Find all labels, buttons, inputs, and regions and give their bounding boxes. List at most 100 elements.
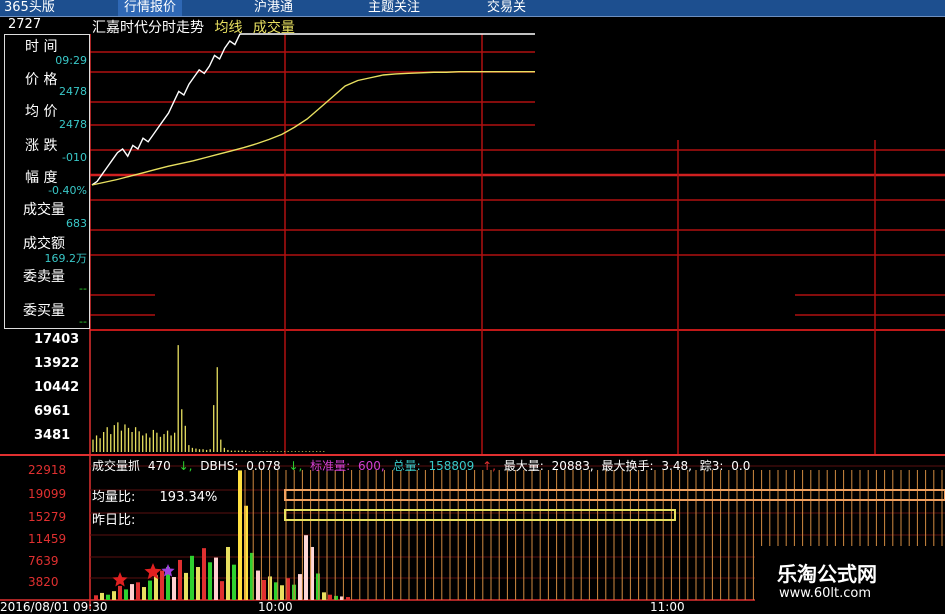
indicator-bar: [214, 557, 218, 600]
volume-value: 683: [66, 217, 87, 230]
indicator-bar: [190, 555, 194, 600]
vol-axis-label: 3481: [34, 428, 71, 443]
indicator-bar: [328, 594, 332, 600]
stat-label: 最大换手:: [601, 459, 654, 473]
star-marker-icon: [144, 563, 162, 580]
vol-axis-label: 13922: [34, 356, 80, 371]
indicator-bar: [124, 589, 128, 600]
stat-label: 标准量:: [310, 459, 351, 473]
volume-label: 成交量: [23, 202, 65, 218]
ask-volume-label: 委卖量: [23, 269, 65, 285]
stat-value: 0.078: [246, 459, 281, 473]
chart-grid: [0, 34, 945, 609]
info-panel: 时 间 09:29 价 格 2478 均 价 2478 涨 跌 -010 幅 度…: [4, 34, 90, 329]
indicator-bar: [286, 578, 290, 600]
ind-axis-label: 19099: [28, 487, 67, 501]
amount-value: 169.2万: [44, 252, 88, 265]
star-marker-icon: [112, 572, 128, 587]
indicator-bar: [100, 592, 104, 600]
up-arrow-icon: ↑,: [482, 459, 496, 473]
watermark-url: www.60lt.com: [779, 586, 871, 601]
stat-label: 踪3:: [699, 459, 724, 473]
price-value: 2478: [59, 85, 87, 98]
indicator-bar: [334, 595, 338, 600]
indicator-bar: [172, 577, 176, 600]
indicator-bar: [304, 535, 308, 600]
indicator-bar: [220, 581, 224, 600]
stat-label: DBHS:: [200, 459, 239, 473]
price-chart: [91, 33, 535, 186]
ind-axis-label: 15279: [28, 510, 67, 524]
vol-axis-label: 6961: [34, 404, 71, 419]
indicator-bar: [178, 559, 182, 600]
bid-volume-label: 委买量: [23, 303, 65, 319]
avg-price-value: 2478: [59, 118, 87, 131]
chart-title: 汇嘉时代分时走势: [92, 20, 204, 36]
ask-volume-value: --: [79, 282, 87, 295]
stat-label: 最大量:: [503, 459, 544, 473]
indicator-bar: [202, 548, 206, 600]
avg-ratio-value: 193.34%: [159, 490, 218, 505]
stat-value: 0.0: [731, 459, 751, 473]
indicator-bar: [148, 580, 152, 600]
stat-value: 20883,: [551, 459, 594, 473]
time-axis-start: 2016/08/01 09:30: [0, 600, 108, 614]
indicator-bar: [298, 574, 302, 600]
down-arrow-icon: ↓,: [288, 459, 303, 473]
avg-price-label: 均 价: [25, 104, 58, 120]
indicator-bar: [346, 597, 350, 600]
indicator-bar: [154, 575, 158, 600]
indicator-bar: [262, 579, 266, 600]
ind-axis-label: 3820: [28, 575, 59, 589]
ind-axis-label: 22918: [28, 463, 67, 477]
watermark-panel: 乐淘公式网 www.60lt.com: [755, 546, 945, 609]
yesterday-ratio-label: 昨日比:: [92, 513, 136, 528]
vol-axis-label: 17403: [34, 332, 80, 347]
price-label: 价 格: [25, 72, 58, 88]
amplitude-value: -0.40%: [48, 184, 87, 197]
watermark-title: 乐淘公式网: [777, 562, 877, 586]
time-axis-tick: 11:00: [650, 600, 685, 614]
price-top-label: 2727: [8, 17, 42, 32]
stat-value: 3.48,: [661, 459, 692, 473]
indicator-bar: [112, 591, 116, 600]
chart-header: 汇嘉时代分时走势 均线 成交量: [92, 17, 301, 37]
indicator-bar: [184, 572, 188, 600]
bid-volume-value: --: [79, 315, 87, 328]
stat-value: 158809: [428, 459, 475, 473]
indicator-bar: [322, 592, 326, 600]
time-axis-tick: 10:00: [258, 600, 293, 614]
indicator-bar: [142, 587, 146, 600]
stat-label: 成交量抓: [92, 459, 141, 473]
indicator-bar: [196, 567, 200, 600]
ind-axis-label: 11459: [28, 532, 67, 546]
ind-axis-label: 7639: [28, 554, 59, 568]
time-value: 09:29: [55, 54, 87, 67]
vol-axis-label: 10442: [34, 380, 80, 395]
volume-chart: [92, 345, 325, 452]
avg-ratio-label: 均量比: 193.34%: [92, 486, 217, 505]
price-line: [91, 33, 241, 186]
change-value: -010: [62, 151, 87, 164]
indicator-bar: [208, 562, 212, 600]
indicator-bar: [130, 584, 134, 600]
indicator-bar: [316, 573, 320, 600]
indicator-bar: [280, 585, 284, 600]
down-arrow-icon: ↓,: [178, 459, 193, 473]
change-label: 涨 跌: [25, 138, 58, 154]
indicator-bar: [160, 570, 164, 600]
avg-ratio-text: 均量比:: [92, 490, 136, 505]
chart-area: [0, 33, 945, 609]
stat-label: 总量:: [392, 459, 421, 473]
indicator-bar: [136, 582, 140, 600]
stat-value: 470: [147, 459, 171, 473]
indicator-bar: [232, 564, 236, 600]
time-label: 时 间: [25, 39, 58, 55]
stat-value: 600,: [358, 459, 385, 473]
avg-line-legend: 均线: [214, 20, 243, 36]
volume-legend: 成交量: [252, 20, 295, 36]
indicator-bar: [256, 570, 260, 600]
indicator-bar: [226, 546, 230, 600]
indicator-bar: [118, 585, 122, 600]
indicator-bar: [238, 470, 242, 600]
